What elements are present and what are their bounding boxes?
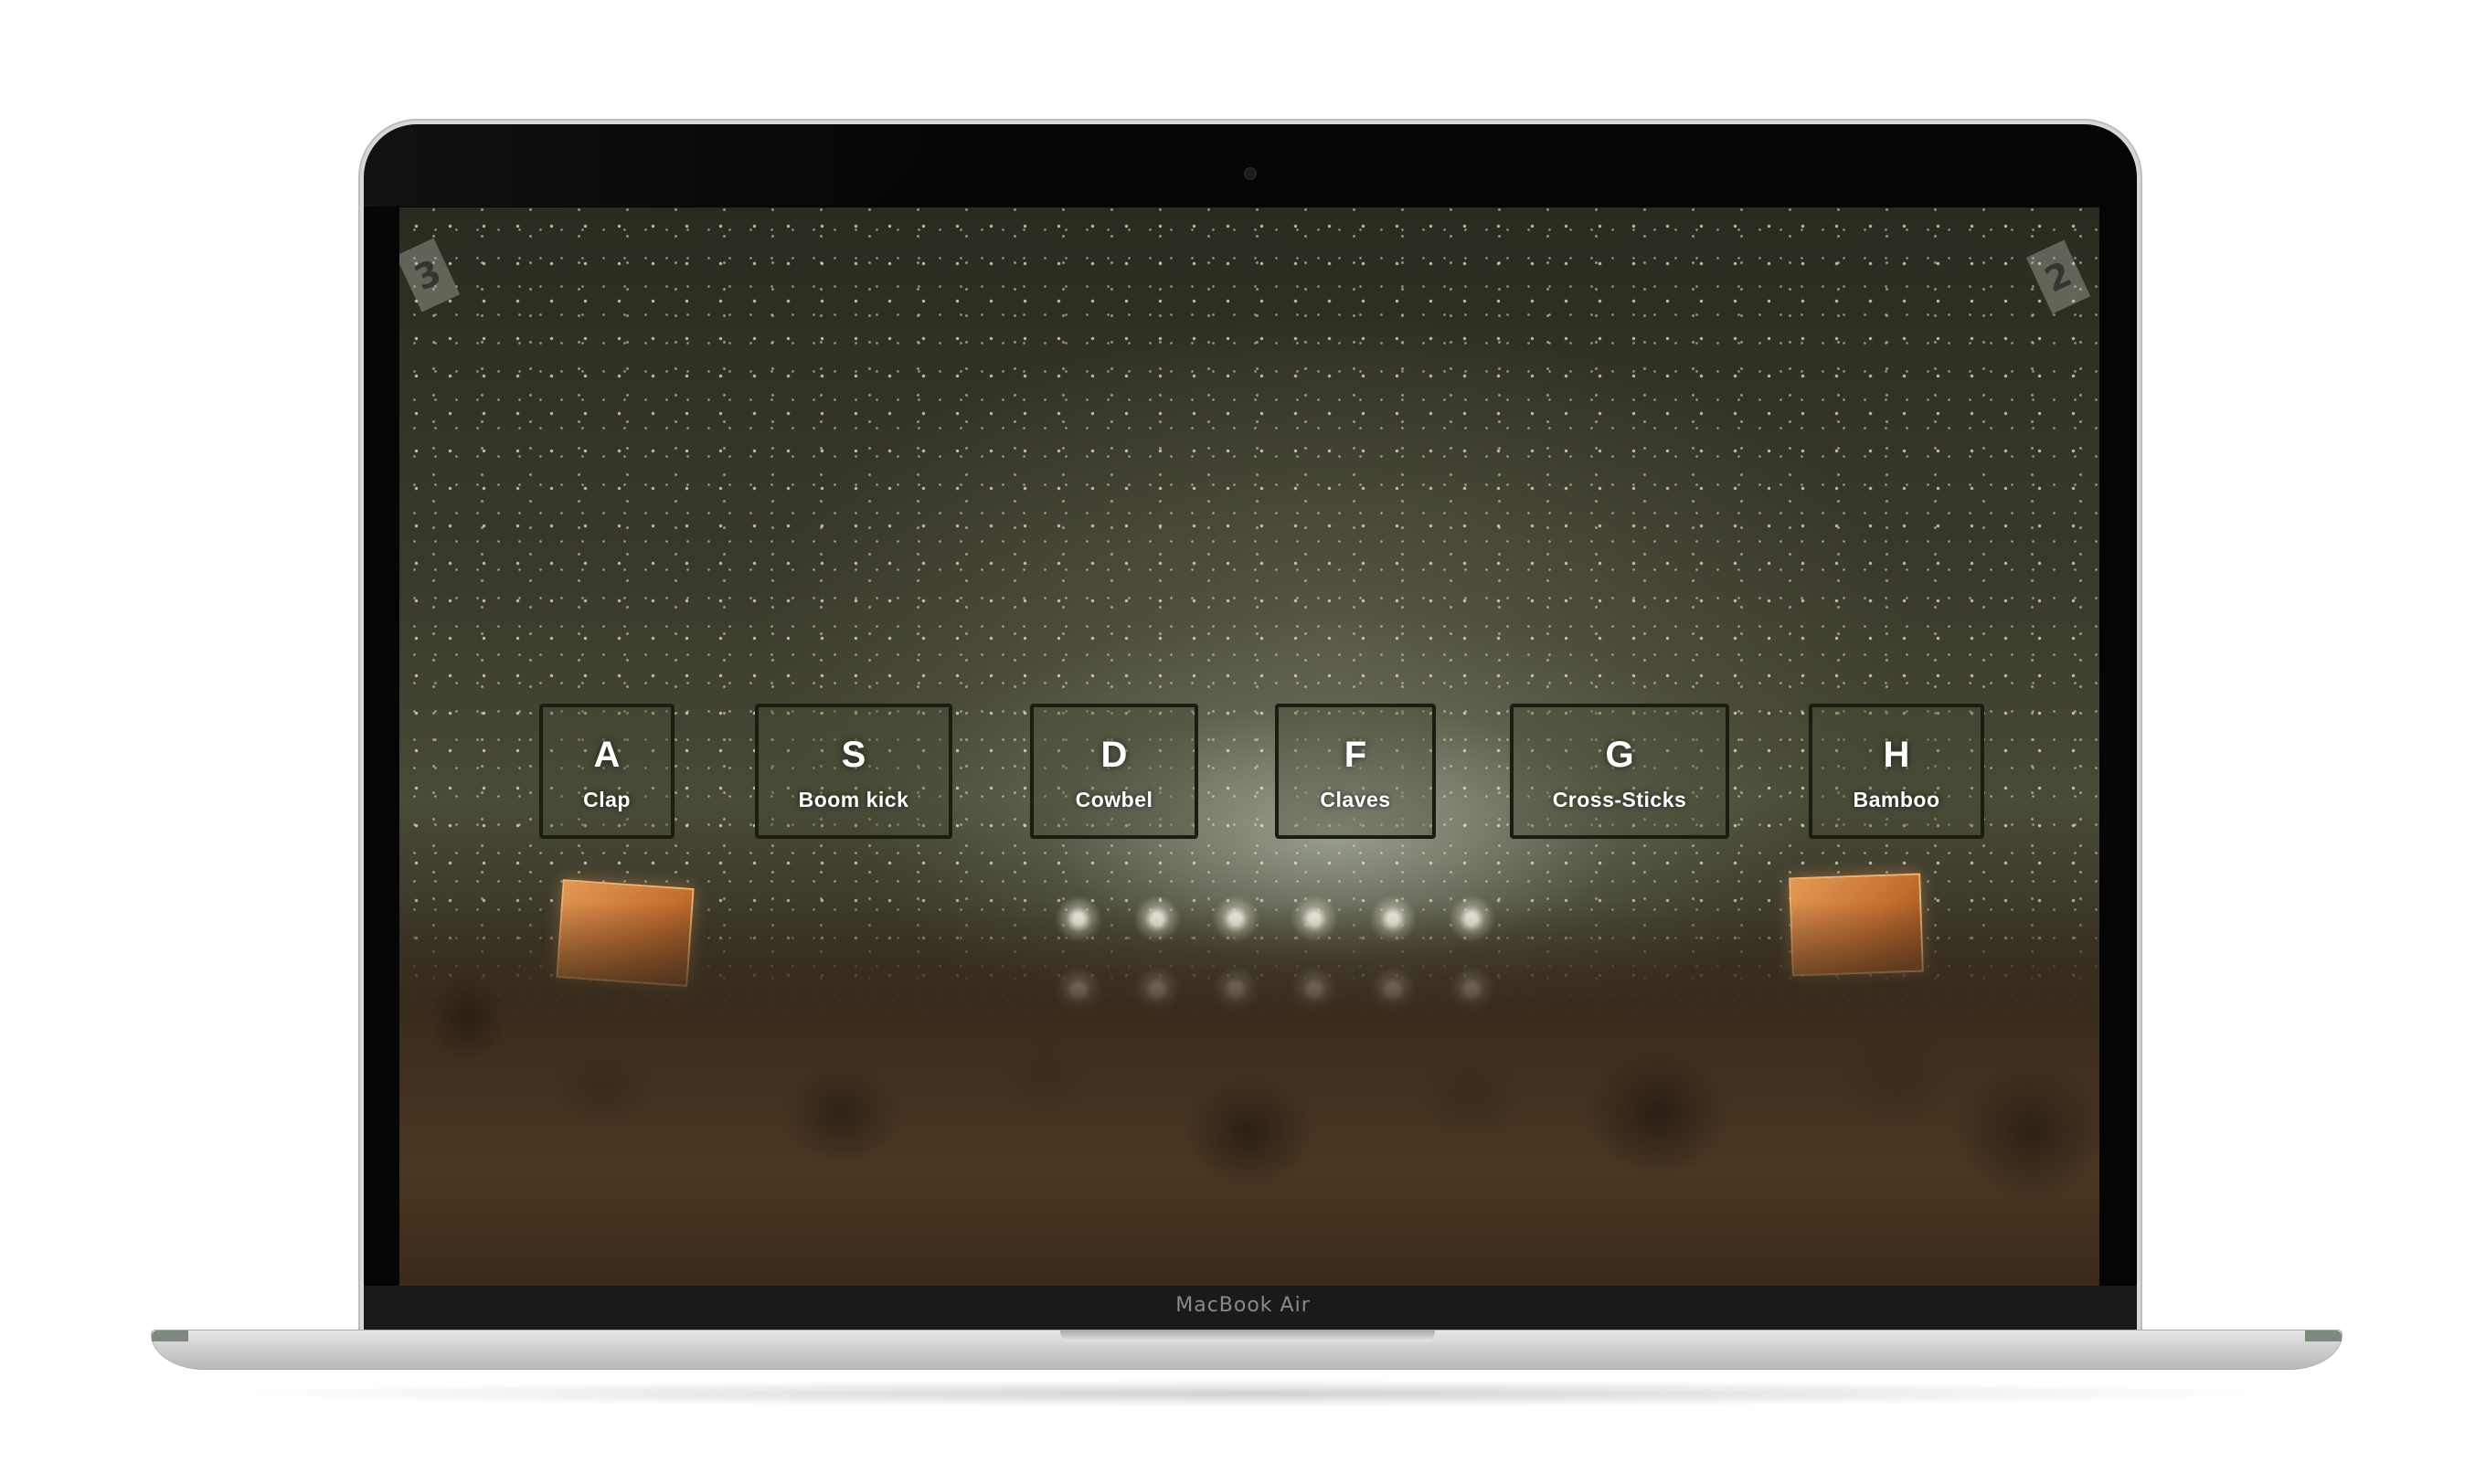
drum-pad-sound-label: Cross-Sticks bbox=[1552, 788, 1687, 811]
drum-pad-bamboo[interactable]: H Bamboo bbox=[1809, 704, 1984, 839]
drum-pad-boom-kick[interactable]: S Boom kick bbox=[755, 704, 952, 839]
drum-pad-sound-label: Boom kick bbox=[798, 788, 909, 811]
drum-pad-key: S bbox=[841, 735, 866, 775]
crowd-silhouette bbox=[399, 902, 2099, 1286]
drum-pad-key: A bbox=[593, 735, 621, 775]
drum-pad-key: G bbox=[1605, 735, 1634, 775]
device-mockup: 3 2 A Clap S Boom kick D Cowbel F Claves… bbox=[0, 0, 2486, 1484]
base-left-edge bbox=[152, 1330, 188, 1341]
drum-pad-cross-sticks[interactable]: G Cross-Sticks bbox=[1510, 704, 1729, 839]
opening-notch bbox=[1060, 1330, 1435, 1347]
drum-machine: A Clap S Boom kick D Cowbel F Claves G C… bbox=[399, 704, 2099, 843]
drum-pad-cowbel[interactable]: D Cowbel bbox=[1030, 704, 1198, 839]
base-right-edge bbox=[2305, 1330, 2342, 1341]
drum-pad-key: D bbox=[1100, 735, 1128, 775]
drum-pad-sound-label: Bamboo bbox=[1853, 788, 1940, 811]
lid-glare bbox=[364, 124, 949, 207]
camera-icon bbox=[1244, 167, 1257, 180]
drum-pad-sound-label: Claves bbox=[1320, 788, 1391, 811]
app-screen: 3 2 A Clap S Boom kick D Cowbel F Claves… bbox=[399, 207, 2099, 1286]
drum-pad-claves[interactable]: F Claves bbox=[1275, 704, 1436, 839]
drum-pad-sound-label: Cowbel bbox=[1075, 788, 1153, 811]
drum-pad-clap[interactable]: A Clap bbox=[539, 704, 675, 839]
drum-pad-sound-label: Clap bbox=[583, 788, 631, 811]
base-shadow bbox=[219, 1380, 2285, 1407]
drum-pad-key: H bbox=[1883, 735, 1910, 775]
drum-pad-key: F bbox=[1344, 735, 1367, 775]
model-label: MacBook Air bbox=[1175, 1294, 1311, 1317]
